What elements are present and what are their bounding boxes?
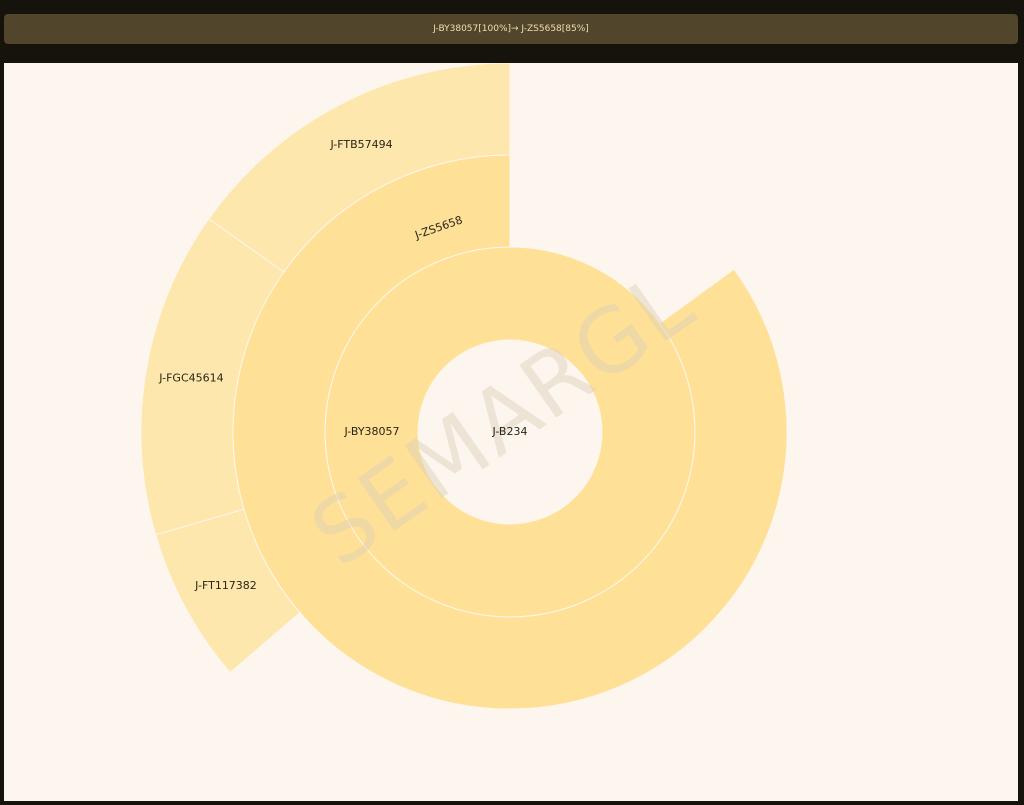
breadcrumb[interactable]: J-BY38057[100%]→ J-ZS5658[85%]	[4, 14, 1018, 44]
label-j-b234: J-B234	[492, 425, 528, 438]
label-j-ftb57494: J-FTB57494	[329, 138, 392, 151]
label-j-fgc45614: J-FGC45614	[158, 371, 223, 384]
label-j-ft117382: J-FT117382	[194, 579, 257, 592]
label-j-by38057: J-BY38057	[343, 425, 399, 438]
chart-panel: SEMARGL J-B234 J-BY38057 J-ZS5658 J-FTB5749…	[4, 63, 1018, 801]
sunburst-chart: SEMARGL J-B234J-BY38057J-ZS5658J-FTB5749…	[140, 63, 788, 710]
breadcrumb-path: J-BY38057[100%]→ J-ZS5658[85%]	[433, 24, 589, 34]
